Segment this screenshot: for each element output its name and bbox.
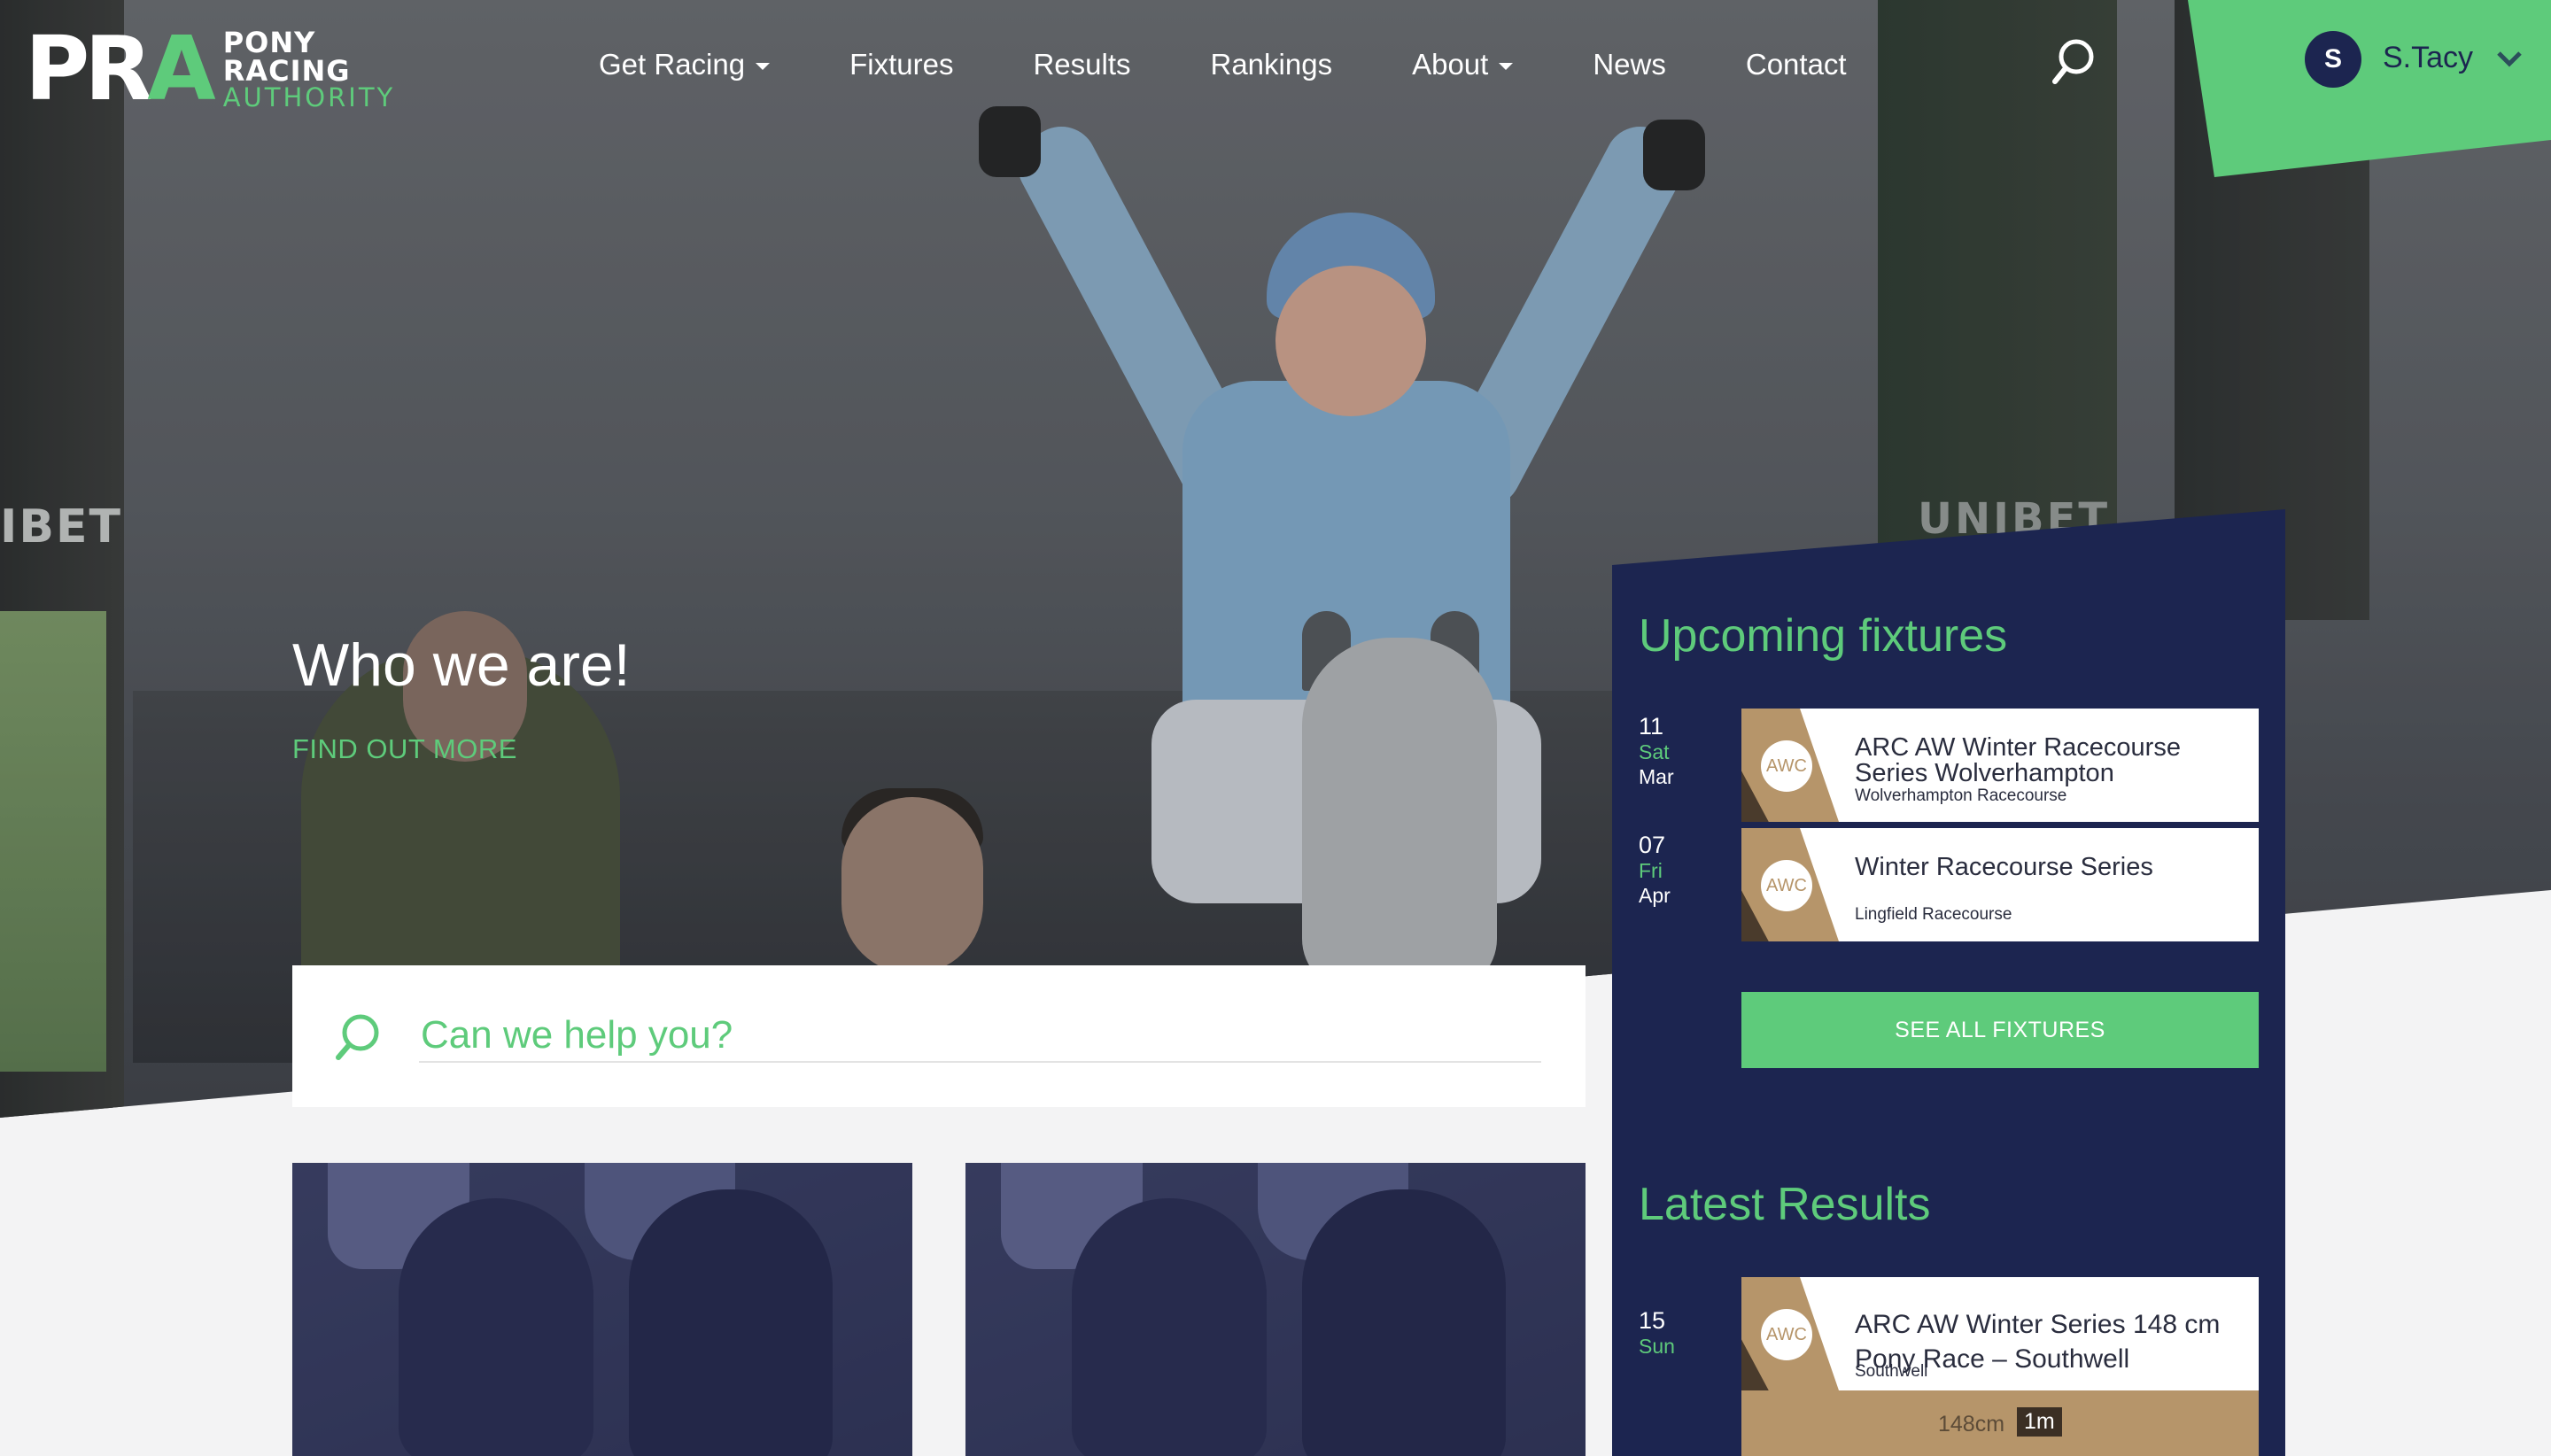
nav-rankings[interactable]: Rankings — [1211, 48, 1333, 81]
nav-label: Rankings — [1210, 48, 1333, 81]
nav-label: About — [1412, 48, 1489, 81]
nav-about[interactable]: About — [1412, 48, 1514, 81]
nav-label: Results — [1033, 48, 1131, 81]
fixture-series-badge: AWC — [1761, 860, 1812, 911]
search-icon[interactable] — [2051, 37, 2096, 87]
user-name[interactable]: S.Tacy — [2383, 41, 2473, 75]
fixture-day: 11 — [1639, 713, 1664, 740]
logo-mark-a: A — [147, 17, 215, 120]
result-card[interactable]: AWC ARC AW Winter Series 148 cm Pony Rac… — [1741, 1277, 2259, 1456]
hero-title: Who we are! — [292, 631, 631, 699]
fixture-weekday: Fri — [1639, 859, 1663, 883]
fixture-venue: Wolverhampton Racecourse — [1855, 786, 2067, 805]
card-image-tint — [965, 1163, 1586, 1456]
avatar[interactable]: S — [2305, 31, 2361, 88]
result-class: 148cm — [1938, 1412, 2005, 1437]
fixture-weekday: Sat — [1639, 740, 1670, 764]
page: IBET UNIBET PRA PONY RACING AUTHORITY Ge… — [0, 0, 2551, 1456]
chevron-down-icon — [756, 63, 771, 70]
chevron-down-icon — [1499, 63, 1514, 70]
logo-line-racing: RACING — [222, 53, 351, 88]
nav-label: Contact — [1745, 48, 1847, 81]
site-logo[interactable]: PRA PONY RACING AUTHORITY — [25, 25, 395, 113]
fixture-card[interactable]: AWC Winter Racecourse Series Lingfield R… — [1741, 828, 2259, 941]
fixture-month: Apr — [1639, 883, 1671, 907]
fixture-day: 07 — [1639, 832, 1666, 858]
fixture-venue: Lingfield Racecourse — [1855, 905, 2012, 924]
fixture-date: 07 Fri Apr — [1639, 831, 1671, 909]
card-image-tint — [292, 1163, 912, 1456]
nav-get-racing[interactable]: Get Racing — [599, 48, 771, 81]
see-all-fixtures-button[interactable]: SEE ALL FIXTURES — [1741, 992, 2259, 1068]
result-series-badge: AWC — [1761, 1309, 1812, 1360]
news-card[interactable] — [292, 1163, 912, 1456]
find-out-more-link[interactable]: FIND OUT MORE — [292, 733, 517, 765]
logo-line-authority: AUTHORITY — [222, 81, 396, 112]
fixture-date: 11 Sat Mar — [1639, 712, 1674, 790]
main-nav: Get Racing Fixtures Results Rankings Abo… — [599, 46, 1847, 83]
nav-label: News — [1593, 48, 1666, 81]
result-date: 15 Sun — [1639, 1306, 1675, 1359]
result-weekday: Sun — [1639, 1335, 1675, 1359]
nav-label: Get Racing — [599, 48, 746, 81]
fixture-series-badge: AWC — [1761, 740, 1812, 792]
fixture-title: ARC AW Winter Racecourse Series Wolverha… — [1855, 733, 2181, 787]
nav-label: Fixtures — [849, 48, 954, 81]
latest-results-title: Latest Results — [1639, 1179, 1931, 1230]
logo-mark-pr: PR — [25, 17, 152, 120]
search-underline — [419, 1061, 1541, 1063]
news-card[interactable] — [965, 1163, 1586, 1456]
result-venue: Southwell — [1855, 1362, 1928, 1381]
nav-results[interactable]: Results — [1033, 48, 1130, 81]
logo-wordmark: PONY RACING AUTHORITY — [223, 28, 396, 111]
nav-news[interactable]: News — [1593, 48, 1666, 81]
fixture-title: Winter Racecourse Series — [1855, 853, 2153, 881]
fixture-month: Mar — [1639, 764, 1674, 788]
search-placeholder[interactable]: Can we help you? — [421, 1013, 733, 1057]
upcoming-fixtures-title: Upcoming fixtures — [1639, 610, 2008, 662]
nav-contact[interactable]: Contact — [1746, 48, 1847, 81]
search-icon — [333, 1011, 383, 1061]
result-distance-badge: 1m — [2017, 1407, 2062, 1437]
logo-line-pony: PONY — [222, 25, 316, 59]
fixture-card[interactable]: AWC ARC AW Winter Racecourse Series Wolv… — [1741, 709, 2259, 822]
result-day: 15 — [1639, 1307, 1666, 1334]
help-search[interactable]: Can we help you? — [292, 965, 1586, 1107]
chevron-down-icon[interactable] — [2496, 50, 2523, 67]
logo-mark: PRA — [25, 25, 216, 113]
nav-fixtures[interactable]: Fixtures — [849, 48, 953, 81]
